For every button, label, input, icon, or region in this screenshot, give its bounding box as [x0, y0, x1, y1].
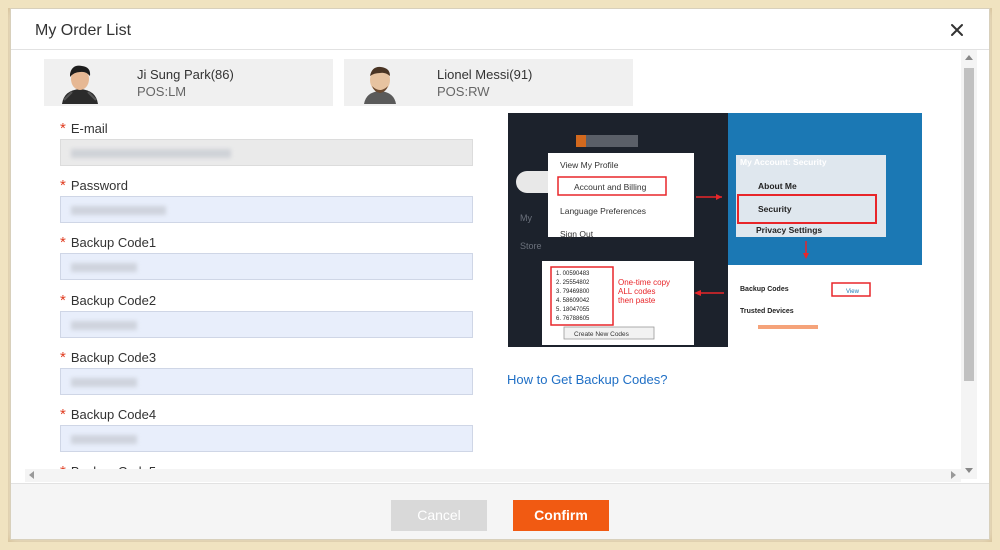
- view-button: View: [846, 289, 860, 295]
- dialog-footer: Cancel Confirm: [11, 483, 989, 539]
- create-new-codes-label: Create New Codes: [574, 331, 630, 338]
- copy-note: One-time copy: [618, 278, 670, 287]
- close-icon[interactable]: [949, 22, 965, 38]
- cancel-button[interactable]: Cancel: [391, 500, 487, 531]
- label-text: E-mail: [70, 121, 108, 136]
- account-item: Security: [758, 204, 792, 214]
- player-position: POS:RW: [437, 84, 490, 99]
- required-mark: *: [60, 234, 66, 251]
- backup-code-2-field[interactable]: [60, 311, 473, 338]
- label-text: Backup Code2: [70, 293, 157, 308]
- label-text: Backup Code4: [70, 407, 157, 422]
- dialog-title: My Order List: [35, 22, 132, 39]
- backup-code: 2. 25554802: [556, 280, 590, 286]
- backup-code-2-label: * Backup Code2: [60, 292, 156, 309]
- account-header: My Account: Security: [740, 157, 827, 167]
- account-item: Privacy Settings: [756, 225, 822, 235]
- masked-value: [71, 321, 137, 330]
- backup-code-1-label: * Backup Code1: [60, 234, 156, 251]
- password-field[interactable]: [60, 196, 473, 223]
- player-name: Lionel Messi(91): [437, 67, 533, 82]
- scroll-left-arrow-icon[interactable]: [29, 471, 34, 479]
- label-text: Password: [70, 178, 128, 193]
- backup-code-3-field[interactable]: [60, 368, 473, 395]
- backup-codes-label: Backup Codes: [740, 286, 789, 293]
- copy-note: ALL codes: [618, 287, 656, 296]
- required-mark: *: [60, 120, 66, 137]
- scroll-right-arrow-icon[interactable]: [951, 471, 956, 479]
- confirm-button[interactable]: Confirm: [513, 500, 609, 531]
- email-label: * E-mail: [60, 120, 108, 137]
- vertical-scrollbar[interactable]: [961, 50, 977, 479]
- player-position: POS:LM: [137, 84, 187, 99]
- backup-codes-help-link[interactable]: How to Get Backup Codes?: [507, 372, 667, 387]
- backup-code-1-field[interactable]: [60, 253, 473, 280]
- backup-code-4-field[interactable]: [60, 425, 473, 452]
- scrollbar-thumb[interactable]: [964, 68, 974, 381]
- copy-note: then paste: [618, 296, 656, 305]
- masked-value: [71, 206, 166, 215]
- required-mark: *: [60, 349, 66, 366]
- backup-codes-panel: [728, 265, 922, 347]
- email-field[interactable]: [60, 139, 473, 166]
- masked-value: [71, 149, 231, 158]
- backup-code: 5. 18047055: [556, 307, 590, 313]
- backup-code: 1. 00590483: [556, 271, 590, 277]
- blurred-username: [578, 135, 638, 147]
- required-mark: *: [60, 292, 66, 309]
- menu-item: View My Profile: [560, 160, 619, 170]
- label-text: Backup Code1: [70, 235, 157, 250]
- required-mark: *: [60, 177, 66, 194]
- backup-code-3-label: * Backup Code3: [60, 349, 156, 366]
- player-card: Lionel Messi(91) POS:RW: [344, 59, 633, 106]
- side-label: Store: [520, 241, 542, 251]
- scroll-up-arrow-icon[interactable]: [965, 55, 973, 60]
- menu-item: Language Preferences: [560, 206, 646, 216]
- menu-item: Sign Out: [560, 229, 594, 239]
- masked-value: [71, 435, 137, 444]
- masked-value: [71, 263, 137, 272]
- horizontal-scrollbar[interactable]: [25, 469, 961, 482]
- backup-code: 3. 79469800: [556, 289, 590, 295]
- menu-item: Account and Billing: [574, 182, 647, 192]
- order-list-dialog: My Order List Ji Sung Park(86) POS:LM Li…: [10, 8, 990, 540]
- player-card: Ji Sung Park(86) POS:LM: [44, 59, 333, 106]
- player-avatar-icon: [352, 62, 408, 104]
- player-avatar-icon: [52, 62, 108, 104]
- backup-code: 6. 76788605: [556, 316, 590, 322]
- dialog-header: My Order List: [11, 9, 989, 50]
- masked-value: [71, 378, 137, 387]
- player-name: Ji Sung Park(86): [137, 67, 234, 82]
- dialog-content: Ji Sung Park(86) POS:LM Lionel Messi(91)…: [11, 50, 989, 479]
- account-item: About Me: [758, 181, 797, 191]
- side-label: My: [520, 213, 532, 223]
- required-mark: *: [60, 406, 66, 423]
- backup-code: 4. 58609042: [556, 298, 590, 304]
- trusted-devices-label: Trusted Devices: [740, 308, 794, 315]
- backup-codes-guide-image: My Store View My Profile Account and Bil…: [508, 113, 922, 347]
- scroll-down-arrow-icon[interactable]: [965, 468, 973, 473]
- backup-code-4-label: * Backup Code4: [60, 406, 156, 423]
- password-label: * Password: [60, 177, 128, 194]
- label-text: Backup Code3: [70, 350, 157, 365]
